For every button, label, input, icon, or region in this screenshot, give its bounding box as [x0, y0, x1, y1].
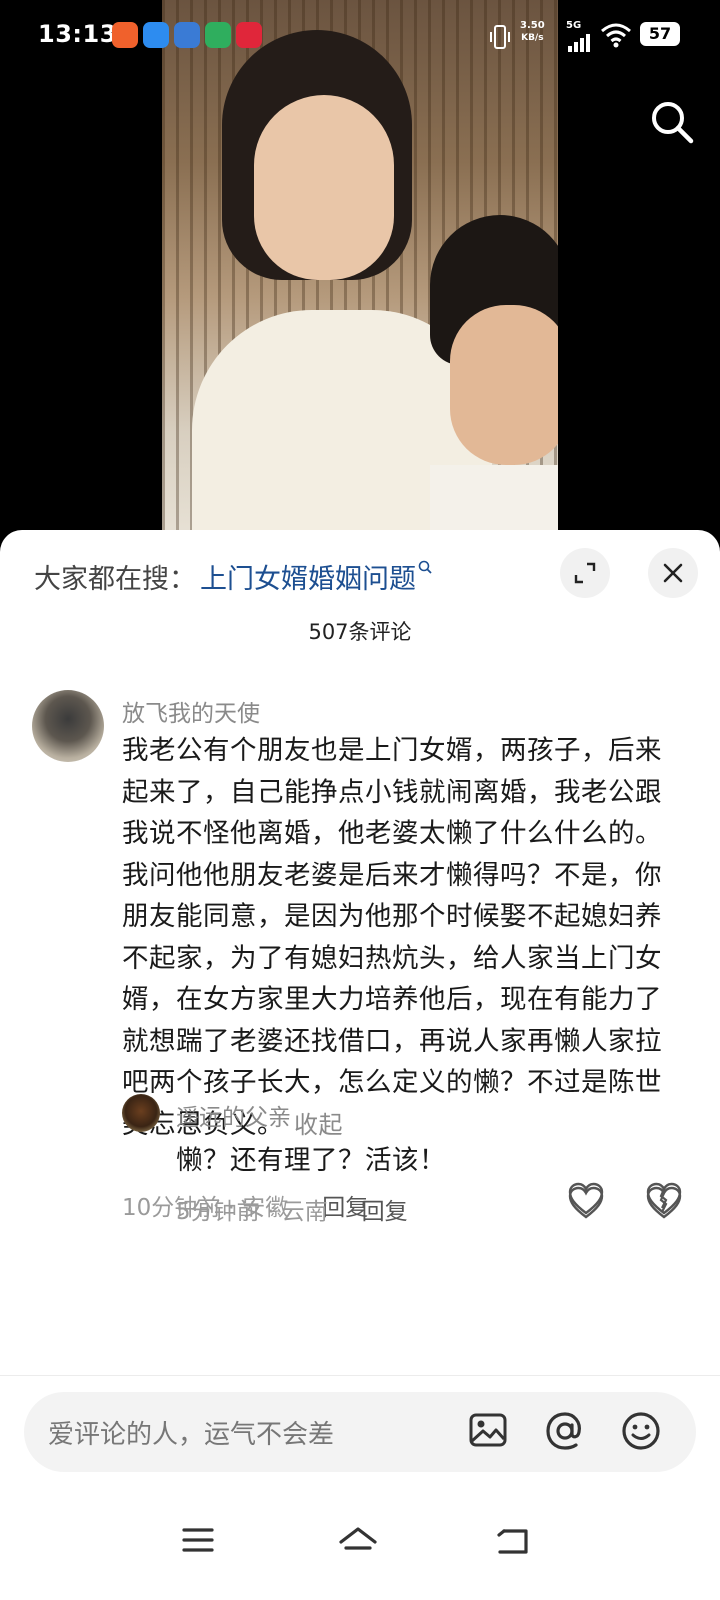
expand-icon: [574, 562, 596, 584]
comment-sheet: 大家都在搜： 上门女婿婚姻问题 507条评论 放飞我的天使 我老公有个朋友也是上…: [0, 530, 720, 1600]
avatar[interactable]: [32, 690, 104, 762]
signal-icon: [568, 34, 590, 52]
close-button[interactable]: [648, 548, 698, 598]
comment-input[interactable]: 爱评论的人，运气不会差: [24, 1392, 696, 1472]
heart-icon[interactable]: [568, 1186, 604, 1220]
comment-input-placeholder: 爱评论的人，运气不会差: [48, 1420, 335, 1450]
status-time: 13:13: [38, 20, 117, 48]
app-notification-icon: [143, 22, 169, 48]
reply-username[interactable]: 遥远的父亲: [176, 1098, 291, 1132]
trending-search-prefix: 大家都在搜：: [34, 563, 196, 595]
status-bar: 13:13 3.50 KB/s 5G 57: [0, 14, 720, 58]
home-icon[interactable]: [338, 1526, 378, 1558]
close-icon: [663, 563, 683, 583]
comment-text: 我老公有个朋友也是上门女婿，两孩子，后来起来了，自己能挣点小钱就闹离婚，我老公跟…: [122, 735, 662, 1140]
video-player[interactable]: [0, 0, 720, 560]
back-icon[interactable]: [496, 1526, 530, 1556]
reply-meta: 5分钟前 · 云南 回复: [176, 1192, 408, 1226]
video-frame[interactable]: [162, 0, 558, 540]
vibrate-icon: [490, 25, 510, 49]
network-speed: 3.50 KB/s: [520, 20, 545, 43]
search-icon: [418, 559, 432, 578]
reply-button[interactable]: 回复: [362, 1192, 408, 1226]
comment-username[interactable]: 放飞我的天使: [122, 694, 260, 728]
notification-icons: [112, 22, 262, 48]
emoji-icon[interactable]: [620, 1410, 662, 1452]
comment-count: 507条评论: [308, 620, 412, 644]
app-notification-icon: [236, 22, 262, 48]
at-mention-icon[interactable]: [544, 1410, 586, 1452]
expand-button[interactable]: [560, 548, 610, 598]
broken-heart-icon[interactable]: [646, 1186, 682, 1220]
image-icon[interactable]: [468, 1410, 508, 1450]
trending-search[interactable]: 大家都在搜： 上门女婿婚姻问题: [34, 554, 432, 598]
reply-time-location: 5分钟前 · 云南: [176, 1199, 328, 1225]
search-icon[interactable]: [648, 98, 696, 146]
app-notification-icon: [205, 22, 231, 48]
video-person-child: [430, 215, 558, 540]
trending-search-term[interactable]: 上门女婿婚姻问题: [200, 557, 416, 596]
wifi-icon: [601, 23, 631, 48]
avatar[interactable]: [122, 1094, 160, 1132]
network-type: 5G: [566, 20, 582, 31]
reply-text: 懒？还有理了？活该！: [176, 1145, 446, 1176]
app-notification-icon: [174, 22, 200, 48]
app-notification-icon: [112, 22, 138, 48]
collapse-link[interactable]: 收起: [294, 1111, 343, 1139]
video-person-woman: [192, 20, 492, 540]
menu-icon[interactable]: [182, 1526, 214, 1554]
battery-indicator: 57: [640, 22, 680, 46]
divider: [0, 1375, 720, 1376]
system-nav-bar: [0, 1500, 720, 1600]
